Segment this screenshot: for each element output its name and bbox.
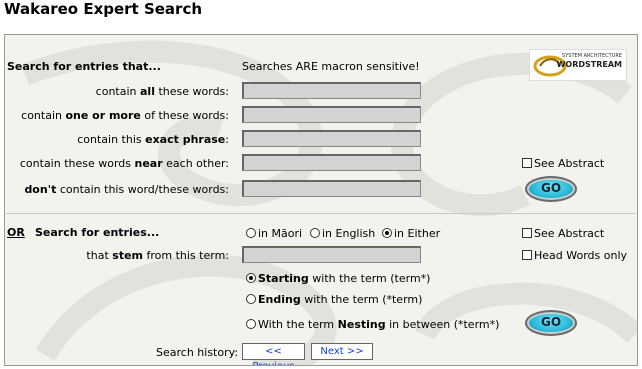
macron-note: Searches ARE macron sensitive!: [242, 60, 420, 73]
label-any-words: contain one or more of these words:: [21, 109, 229, 122]
exact-phrase-input[interactable]: [242, 130, 421, 147]
checkbox-icon[interactable]: [522, 228, 532, 238]
radio-icon[interactable]: [246, 294, 256, 304]
radio-icon[interactable]: [246, 228, 256, 238]
label-exact-phrase: contain this exact phrase:: [77, 133, 229, 146]
wordstream-logo: SYSTEM ARCHITECTURE WORDSTREAM: [529, 49, 627, 81]
go-button-1[interactable]: GO: [525, 176, 577, 202]
label-stem-term: that stem from this term:: [86, 249, 229, 262]
lang-option-either[interactable]: in Either: [382, 227, 440, 240]
section1-heading: Search for entries that...: [7, 60, 161, 73]
stem-term-input[interactable]: [242, 246, 421, 263]
page-title: Wakareo Expert Search: [4, 0, 203, 18]
search-history-label: Search history:: [156, 346, 239, 359]
search-panel: Search for entries that... Searches ARE …: [4, 34, 638, 366]
logo-line1: SYSTEM ARCHITECTURE: [562, 53, 622, 59]
radio-selected-icon[interactable]: [382, 228, 392, 238]
label-exclude-words: don't contain this word/these words:: [24, 183, 229, 196]
near-words-input[interactable]: [242, 154, 421, 171]
lang-option-english[interactable]: in English: [310, 227, 375, 240]
any-words-input[interactable]: [242, 106, 421, 123]
exclude-words-input[interactable]: [242, 180, 421, 197]
match-option-ending[interactable]: Ending with the term (*term): [246, 293, 422, 306]
label-near-words: contain these words near each other:: [19, 157, 229, 170]
next-button[interactable]: Next >>: [311, 343, 373, 360]
match-option-nesting[interactable]: With the term Nesting in between (*term*…: [246, 318, 499, 331]
lang-option-maori[interactable]: in Māori: [246, 227, 302, 240]
checkbox-icon[interactable]: [522, 250, 532, 260]
all-words-input[interactable]: [242, 82, 421, 99]
checkbox-icon[interactable]: [522, 158, 532, 168]
or-label: OR: [7, 226, 25, 239]
go-button-2[interactable]: GO: [525, 310, 577, 336]
radio-icon[interactable]: [246, 319, 256, 329]
head-words-checkbox[interactable]: Head Words only: [522, 249, 627, 262]
logo-line2: WORDSTREAM: [556, 60, 622, 69]
section2-heading: Search for entries...: [35, 226, 160, 239]
previous-button[interactable]: << Previous: [242, 343, 305, 365]
see-abstract-checkbox-1[interactable]: See Abstract: [522, 157, 604, 170]
match-option-starting[interactable]: Starting with the term (term*): [246, 272, 430, 285]
radio-selected-icon[interactable]: [246, 273, 256, 283]
radio-icon[interactable]: [310, 228, 320, 238]
label-all-words: contain all these words:: [95, 85, 229, 98]
see-abstract-checkbox-2[interactable]: See Abstract: [522, 227, 604, 240]
section-divider: [6, 213, 636, 214]
